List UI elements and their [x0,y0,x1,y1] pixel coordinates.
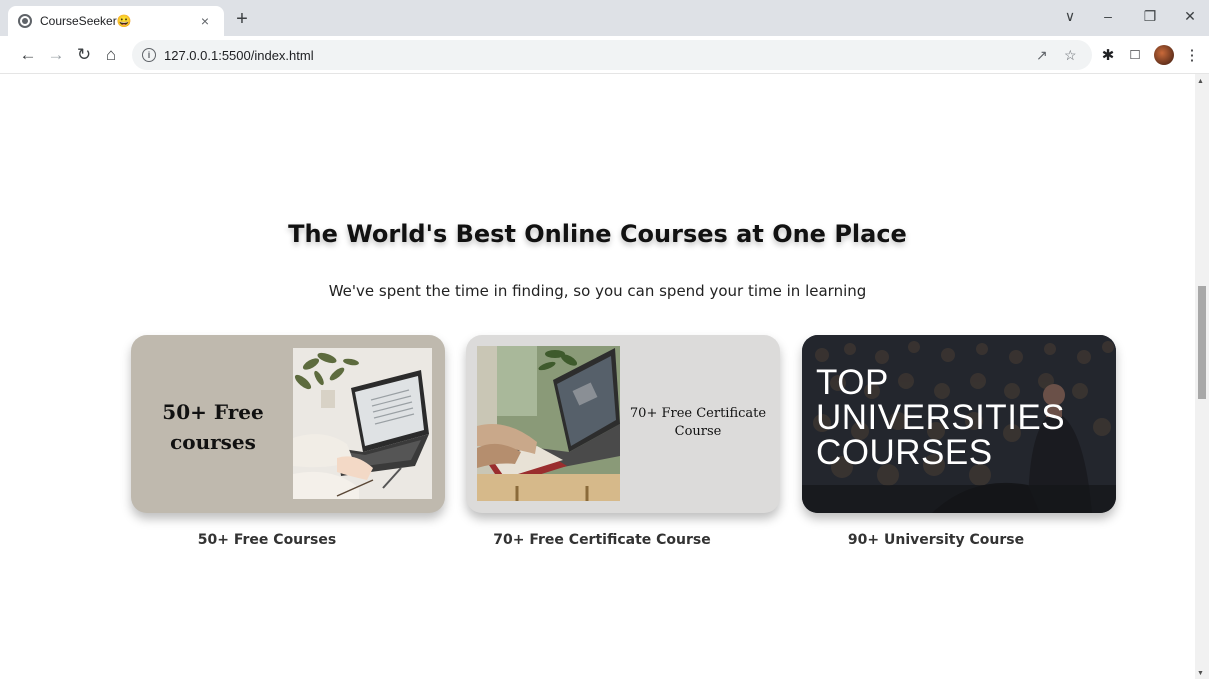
card-caption: 70+ Free Certificate Course [493,532,711,548]
card-image-text-line: 50+ Free [162,400,264,424]
share-icon[interactable]: ↗ [1036,47,1048,64]
card-image-text-line: UNIVERSITIES [816,398,1066,437]
tab-close-icon[interactable]: × [196,13,214,29]
card-image-text-line: 70+ Free Certificate [629,406,767,421]
scroll-down-icon[interactable]: ▼ [1197,670,1204,677]
scroll-thumb[interactable] [1198,286,1206,399]
home-icon[interactable]: ⌂ [101,45,121,65]
menu-kebab-icon[interactable]: ⋮ [1183,46,1201,64]
course-card-certificate[interactable]: 70+ Free Certificate Course [466,335,780,513]
course-card-free[interactable]: 50+ Free courses [131,335,445,513]
page-content: The World's Best Online Courses at One P… [0,74,1195,679]
url-text: 127.0.0.1:5500/index.html [164,47,314,63]
card-caption: 50+ Free Courses [197,532,337,548]
address-bar[interactable]: i 127.0.0.1:5500/index.html ↗ ☆ [132,40,1092,70]
vertical-scrollbar[interactable]: ▲ ▼ [1195,74,1209,679]
info-icon[interactable]: i [142,48,156,62]
scroll-up-icon[interactable]: ▲ [1197,78,1204,85]
minimize-button[interactable]: – [1098,8,1118,24]
card-image-text: TOP UNIVERSITIES COURSES [816,365,1065,470]
browser-toolbar: ← → ↻ ⌂ i 127.0.0.1:5500/index.html ↗ ☆ … [0,36,1209,74]
back-arrow-icon[interactable]: ← [18,45,38,65]
new-tab-button[interactable]: + [232,9,252,29]
tab-search-icon[interactable]: ∨ [1060,8,1080,25]
card-image-text-line: Course [674,424,722,439]
side-panel-icon[interactable]: □ [1126,46,1144,63]
card-image-text-line: courses [170,430,256,454]
browser-tab-bar: CourseSeeker😀 × + ∨ – ❐ ✕ [0,0,1209,36]
card-image-text-line: TOP [816,363,889,402]
laptop-desk-photo [293,348,432,499]
card-caption: 90+ University Course [847,532,1025,548]
close-window-button[interactable]: ✕ [1180,8,1200,25]
restore-button[interactable]: ❐ [1140,8,1160,25]
course-card-university[interactable]: TOP UNIVERSITIES COURSES [802,335,1116,513]
card-image-text-line: COURSES [816,433,993,472]
reload-icon[interactable]: ↻ [74,45,94,65]
bookmark-star-icon[interactable]: ☆ [1064,47,1077,64]
section-subheading: We've spent the time in finding, so you … [328,282,867,300]
tab-title: CourseSeeker😀 [40,14,132,28]
laptop-table-photo [477,346,620,501]
browser-tab[interactable]: CourseSeeker😀 × [8,6,224,36]
section-heading: The World's Best Online Courses at One P… [288,220,907,248]
extensions-icon[interactable]: ✱ [1099,46,1117,64]
globe-icon [18,14,32,28]
card-image-text: 50+ Free courses [153,397,273,457]
profile-avatar[interactable] [1154,45,1174,65]
forward-arrow-icon[interactable]: → [46,45,66,65]
card-image-text: 70+ Free Certificate Course [626,405,770,441]
